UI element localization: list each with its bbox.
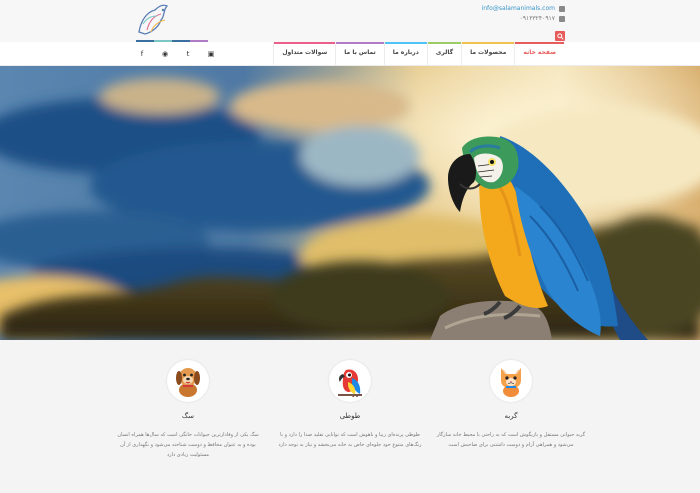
top-bar: info@salamanimals.com ۰۹۱۳۳۲۴۰۹۱۷ (0, 0, 700, 42)
feature-parrot: طوطی طوطی پرنده‌ای زیبا و باهوش است که ت… (275, 360, 425, 450)
feature-text: گربه حیوانی مستقل و بازیگوش است که به را… (436, 432, 586, 448)
feature-title: طوطی (339, 412, 361, 420)
nav-label: صفحه خانه (523, 49, 556, 56)
feature-icon-circle (167, 360, 209, 402)
main-nav: صفحه خانه محصولات ما گالری درباره ما تما… (273, 42, 564, 66)
feature-text: طوطی پرنده‌ای زیبا و باهوش است که توانای… (278, 432, 422, 448)
features-section: سگ سگ یکی از وفادارترین حیوانات خانگی اس… (0, 340, 700, 493)
search-icon (556, 32, 564, 40)
social-links: f ◉ t ▣ (136, 48, 217, 60)
feature-title: گربه (504, 412, 518, 420)
dog-icon (176, 368, 200, 397)
search-button[interactable] (555, 31, 565, 41)
navigation-bar: صفحه خانه محصولات ما گالری درباره ما تما… (0, 42, 700, 66)
email-icon (559, 6, 565, 12)
feature-text: سگ یکی از وفادارترین حیوانات خانگی است ک… (117, 432, 259, 458)
nav-label: تماس با ما (344, 49, 376, 56)
twitter-icon[interactable]: t (182, 48, 194, 60)
hero-banner (0, 66, 700, 340)
nav-accent-bar (515, 42, 564, 44)
nav-accent-bar (462, 42, 515, 44)
instagram-icon[interactable]: ▣ (205, 48, 217, 60)
nav-label: سوالات متداول (282, 49, 328, 56)
phone-icon (559, 16, 565, 22)
facebook-icon[interactable]: f (136, 48, 148, 60)
hero-image (0, 66, 700, 340)
nav-item-home[interactable]: صفحه خانه (514, 42, 564, 66)
phone-number: ۰۹۱۳۳۲۴۰۹۱۷ (519, 15, 555, 22)
nav-accent-bar (336, 42, 384, 44)
nav-label: درباره ما (392, 49, 419, 56)
nav-label: محصولات ما (470, 49, 507, 56)
nav-item-about[interactable]: درباره ما (383, 42, 427, 66)
feature-title: سگ (181, 412, 195, 420)
feature-icon-circle (329, 360, 371, 402)
nav-item-faq[interactable]: سوالات متداول (273, 42, 336, 66)
nav-accent-bar (274, 42, 336, 44)
feature-dog: سگ سگ یکی از وفادارترین حیوانات خانگی اس… (113, 360, 263, 460)
feature-cat: گربه گربه حیوانی مستقل و بازیگوش است که … (436, 360, 586, 450)
parrot-icon (338, 369, 362, 398)
nav-item-contact[interactable]: تماس با ما (335, 42, 384, 66)
nav-item-products[interactable]: محصولات ما (461, 42, 515, 66)
nav-label: گالری (435, 49, 454, 56)
email-link[interactable]: info@salamanimals.com (482, 4, 555, 14)
nav-accent-bar (427, 42, 462, 44)
feature-icon-circle (490, 360, 532, 402)
cat-icon (501, 368, 521, 397)
contact-info: info@salamanimals.com ۰۹۱۳۳۲۴۰۹۱۷ (482, 4, 565, 24)
nav-item-gallery[interactable]: گالری (426, 42, 462, 66)
logo[interactable] (133, 2, 175, 38)
nav-accent-bar (384, 42, 427, 44)
android-icon[interactable]: ◉ (159, 48, 171, 60)
